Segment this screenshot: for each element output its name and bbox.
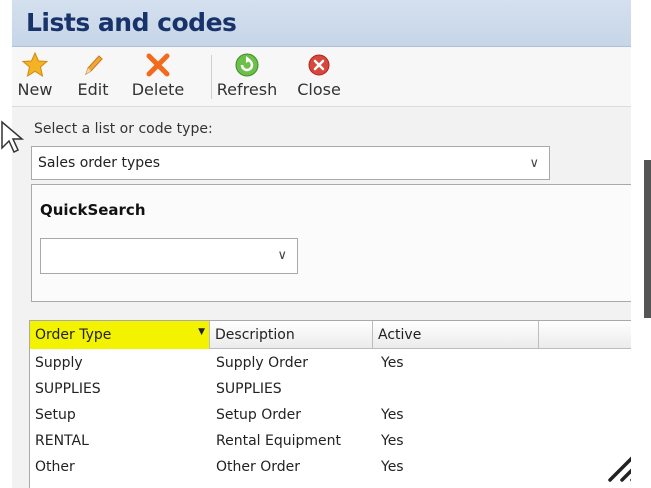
column-header-label: Order Type (35, 327, 112, 343)
chevron-down-icon: ∨ (529, 156, 539, 171)
cell-order-type: SUPPLIES (35, 381, 101, 397)
list-type-label: Select a list or code type: (34, 121, 213, 137)
lists-and-codes-window: Lists and codes New Edit Delete Refresh … (12, 0, 631, 488)
delete-button[interactable]: Delete (128, 52, 188, 104)
quicksearch-title: QuickSearch (40, 201, 146, 219)
delete-button-label: Delete (131, 80, 185, 99)
close-button[interactable]: Close (292, 52, 346, 104)
cell-description: Rental Equipment (216, 433, 341, 449)
sort-arrow-icon: ▼ (198, 327, 205, 337)
list-type-dropdown[interactable]: Sales order types ∨ (31, 146, 550, 180)
title-bar: Lists and codes (12, 0, 631, 47)
quicksearch-dropdown[interactable]: ∨ (40, 238, 298, 274)
cell-order-type: Setup (35, 407, 76, 423)
cell-order-type: Other (35, 459, 75, 475)
column-header-label: Active (378, 327, 422, 343)
refresh-button-label: Refresh (216, 80, 278, 99)
cell-description: Other Order (216, 459, 300, 475)
background-strip (644, 160, 651, 318)
column-header-active[interactable]: Active (373, 321, 539, 349)
grid-header: Order Type ▼ Description Active (30, 321, 631, 349)
cell-active: Yes (381, 459, 404, 475)
refresh-icon (235, 53, 259, 77)
star-icon (22, 52, 48, 78)
cell-active: Yes (381, 355, 404, 371)
table-row[interactable]: SUPPLIES SUPPLIES (30, 377, 631, 403)
cell-order-type: Supply (35, 355, 83, 371)
cell-order-type: RENTAL (35, 433, 89, 449)
quicksearch-panel: QuickSearch ∨ (31, 184, 631, 302)
table-row[interactable]: Setup Setup Order Yes (30, 403, 631, 429)
codes-grid: Order Type ▼ Description Active Supply S… (29, 320, 631, 488)
close-circle-icon (308, 54, 330, 76)
chevron-down-icon: ∨ (277, 248, 287, 263)
edit-button[interactable]: Edit (74, 52, 112, 104)
cell-description: Setup Order (216, 407, 301, 423)
cell-description: Supply Order (216, 355, 308, 371)
pencil-icon (85, 55, 103, 76)
column-header-label: Description (215, 327, 295, 343)
toolbar: New Edit Delete Refresh Close (12, 47, 631, 107)
cell-description: SUPPLIES (216, 381, 282, 397)
cell-active: Yes (381, 407, 404, 423)
column-header-description[interactable]: Description (210, 321, 373, 349)
column-header-order-type[interactable]: Order Type ▼ (30, 321, 210, 349)
edit-button-label: Edit (77, 80, 109, 99)
list-type-value: Sales order types (38, 155, 161, 171)
mouse-cursor-icon (1, 120, 25, 154)
new-button-label: New (17, 80, 53, 99)
window-title: Lists and codes (26, 8, 237, 37)
table-row[interactable]: Supply Supply Order Yes (30, 351, 631, 377)
close-button-label: Close (297, 80, 341, 99)
table-row[interactable]: RENTAL Rental Equipment Yes (30, 429, 631, 455)
refresh-button[interactable]: Refresh (216, 52, 278, 104)
toolbar-separator (211, 55, 212, 99)
cell-active: Yes (381, 433, 404, 449)
resize-grip-icon[interactable] (602, 442, 631, 482)
table-row[interactable]: Other Other Order Yes (30, 455, 631, 481)
column-header-filler (539, 321, 631, 349)
new-button[interactable]: New (14, 52, 56, 104)
x-delete-icon (146, 53, 170, 77)
